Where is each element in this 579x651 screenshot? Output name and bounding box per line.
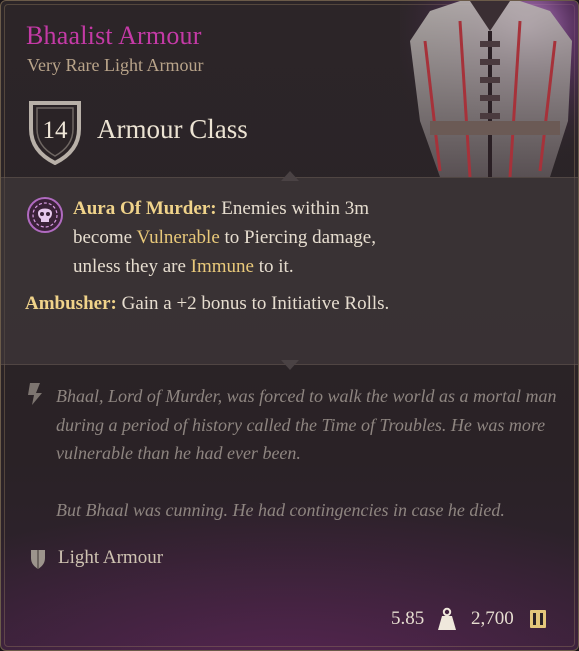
skull-aura-icon — [27, 197, 63, 233]
armour-class-label: Armour Class — [97, 114, 248, 144]
armour-preview-image — [400, 1, 578, 177]
light-armour-icon — [31, 550, 45, 569]
price-value: 2,700 — [471, 608, 514, 629]
armour-type-label: Light Armour — [58, 547, 164, 568]
weight-value: 5.85 — [391, 608, 425, 629]
gold-coin-icon — [530, 610, 546, 628]
tooltip-header: Bhaalist Armour Very Rare Light Armour 1… — [1, 1, 578, 177]
effect-ambusher: Ambusher: Gain a +2 bonus to Initiative … — [25, 289, 405, 318]
lore-paragraph: But Bhaal was cunning. He had contingenc… — [56, 499, 505, 520]
effect-title: Ambusher: — [25, 293, 117, 314]
lore-quill-icon — [28, 383, 42, 405]
effect-aura-of-murder: Aura Of Murder: Enemies within 3m become… — [73, 194, 413, 281]
vulnerable-keyword[interactable]: Vulnerable — [137, 227, 220, 248]
weight-icon — [438, 607, 456, 630]
lore-text: Bhaal, Lord of Murder, was forced to wal… — [56, 382, 566, 524]
armour-class-value: 14 — [42, 117, 68, 144]
item-name: Bhaalist Armour — [26, 21, 202, 50]
item-rarity-type: Very Rare Light Armour — [27, 55, 204, 75]
effect-text: to it. — [253, 256, 294, 277]
section-divider-notch — [281, 360, 299, 370]
lore-paragraph: Bhaal, Lord of Murder, was forced to wal… — [56, 386, 557, 463]
effect-title: Aura Of Murder: — [73, 198, 217, 219]
section-divider-notch — [281, 171, 299, 181]
item-tooltip: Bhaalist Armour Very Rare Light Armour 1… — [0, 0, 579, 651]
effect-text: Gain a +2 bonus to Initiative Rolls. — [116, 293, 390, 314]
immune-keyword[interactable]: Immune — [191, 256, 254, 277]
